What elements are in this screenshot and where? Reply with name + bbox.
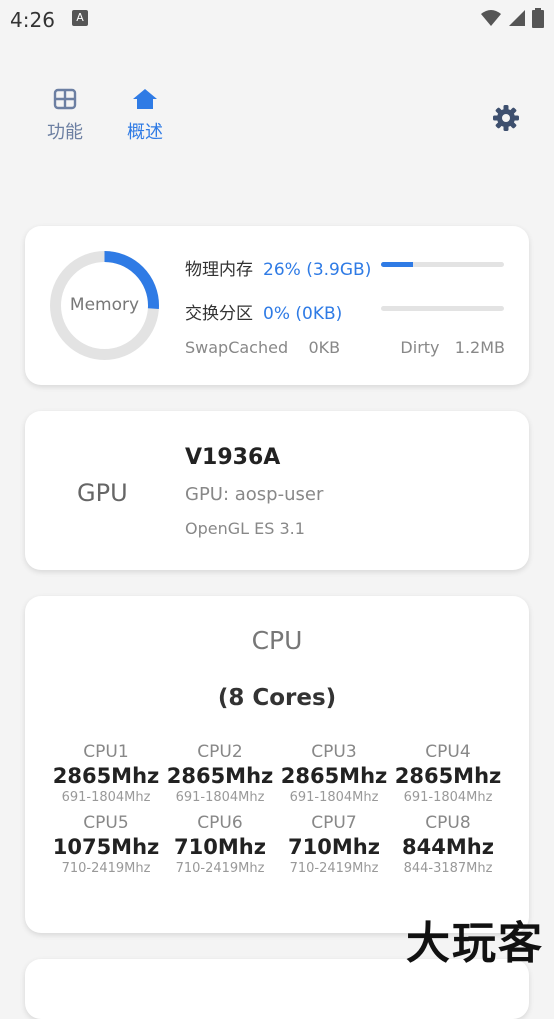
tab-bar: 功能 概述 (40, 88, 170, 144)
cpu-name: CPU2 (197, 742, 243, 762)
cpu-item: CPU3 2865Mhz 691-1804Mhz (277, 742, 391, 805)
home-icon (133, 89, 157, 109)
swap-value: 0% (0KB) (263, 304, 343, 324)
cpu-range: 691-1804Mhz (61, 790, 151, 805)
signal-icon (509, 10, 525, 26)
watermark: 大玩客 (406, 918, 544, 969)
cpu-range: 844-3187Mhz (403, 861, 493, 876)
cpu-item: CPU4 2865Mhz 691-1804Mhz (391, 742, 505, 805)
swapcached-text: SwapCached 0KB (185, 338, 341, 357)
cpu-card: CPU (8 Cores) CPU1 2865Mhz 691-1804Mhz CPU… (25, 596, 529, 933)
cpu-item: CPU7 710Mhz 710-2419Mhz (277, 813, 391, 876)
gpu-card: GPU V1936A GPU: aosp-user OpenGL ES 3.1 (25, 411, 529, 570)
cpu-range: 691-1804Mhz (175, 790, 265, 805)
cpu-item: CPU6 710Mhz 710-2419Mhz (163, 813, 277, 876)
cpu-frequency: 2865Mhz (52, 764, 160, 788)
cpu-name: CPU1 (83, 742, 129, 762)
physical-memory-row: 物理内存 26% (3.9GB) (185, 255, 371, 280)
cpu-range: 691-1804Mhz (403, 790, 493, 805)
cpu-frequency: 710Mhz (288, 835, 380, 859)
cpu-name: CPU5 (83, 813, 129, 833)
cpu-frequency: 2865Mhz (394, 764, 502, 788)
swap-bar (381, 306, 504, 311)
gpu-model: V1936A (185, 445, 281, 470)
cpu-frequency: 1075Mhz (52, 835, 160, 859)
cpu-range: 710-2419Mhz (61, 861, 151, 876)
memory-card: Memory 物理内存 26% (3.9GB) 交换分区 0% (0KB) Swap… (25, 226, 529, 385)
gpu-opengl-version: OpenGL ES 3.1 (185, 519, 305, 538)
cpu-frequency: 2865Mhz (280, 764, 388, 788)
cpu-item: CPU8 844Mhz 844-3187Mhz (391, 813, 505, 876)
status-bar: 4:26 A (0, 0, 554, 40)
status-time: 4:26 (10, 8, 55, 32)
physical-memory-value: 26% (3.9GB) (263, 260, 372, 280)
tab-features-label: 功能 (47, 122, 83, 143)
status-indicators (480, 8, 544, 28)
swap-row: 交换分区 0% (0KB) (185, 299, 342, 324)
cpu-range: 691-1804Mhz (289, 790, 379, 805)
memory-footer: SwapCached 0KB Dirty 1.2MB (185, 338, 505, 357)
cpu-frequency: 710Mhz (174, 835, 266, 859)
swap-label: 交换分区 (185, 304, 253, 324)
settings-button[interactable] (492, 104, 520, 136)
cpu-frequency: 844Mhz (402, 835, 494, 859)
physical-memory-bar-fill (381, 262, 413, 267)
cpu-name: CPU6 (197, 813, 243, 833)
grid-icon (53, 88, 77, 110)
gear-icon (493, 105, 519, 131)
battery-icon (532, 8, 544, 28)
gpu-renderer: GPU: aosp-user (185, 484, 324, 505)
cpu-grid: CPU1 2865Mhz 691-1804Mhz CPU2 2865Mhz 691-18… (49, 742, 505, 876)
memory-ring-label: Memory (69, 295, 140, 315)
cpu-title: CPU (251, 626, 303, 655)
cpu-name: CPU3 (311, 742, 357, 762)
cpu-range: 710-2419Mhz (175, 861, 265, 876)
cpu-item: CPU1 2865Mhz 691-1804Mhz (49, 742, 163, 805)
cpu-item: CPU2 2865Mhz 691-1804Mhz (163, 742, 277, 805)
tab-features[interactable]: 功能 (40, 88, 90, 144)
cpu-name: CPU7 (311, 813, 357, 833)
notification-icon: A (72, 10, 88, 26)
dirty-text: Dirty 1.2MB (400, 338, 505, 357)
tab-overview-label: 概述 (127, 122, 163, 143)
gpu-title: GPU (77, 479, 128, 507)
cpu-core-count: (8 Cores) (217, 685, 337, 711)
cpu-name: CPU4 (425, 742, 471, 762)
physical-memory-bar (381, 262, 504, 267)
cpu-frequency: 2865Mhz (166, 764, 274, 788)
tab-overview[interactable]: 概述 (120, 88, 170, 144)
cpu-item: CPU5 1075Mhz 710-2419Mhz (49, 813, 163, 876)
cpu-range: 710-2419Mhz (289, 861, 379, 876)
cpu-name: CPU8 (425, 813, 471, 833)
wifi-icon (481, 10, 501, 26)
physical-memory-label: 物理内存 (185, 260, 253, 280)
